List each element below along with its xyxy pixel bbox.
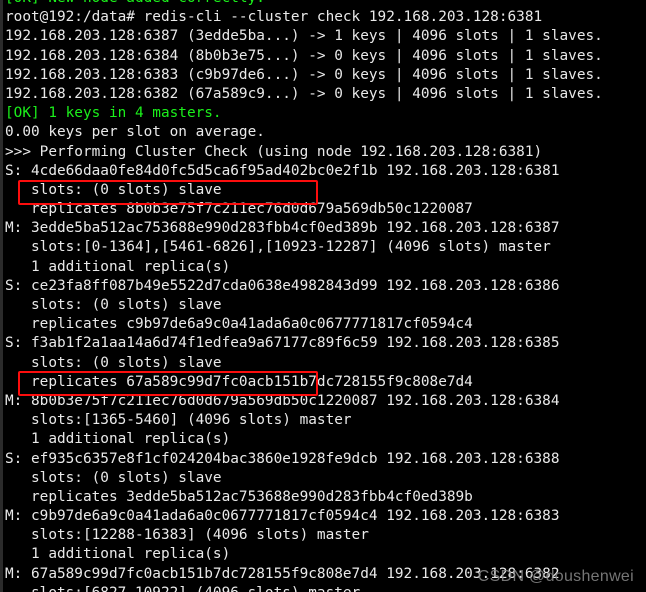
terminal-line: slots: (0 slots) slave (5, 297, 222, 313)
terminal-line: >>> Performing Cluster Check (using node… (5, 143, 543, 160)
terminal-line: slots: (0 slots) slave (5, 354, 222, 371)
terminal-line: M: 3edde5ba512ac753688e990d283fbb4cf0ed3… (5, 220, 560, 237)
csdn-watermark: CSDN @doushenwei (477, 568, 634, 585)
terminal-line: slots:[0-1364],[5461-6826],[10923-12287]… (5, 239, 551, 256)
terminal-line: 0.00 keys per slot on average. (5, 124, 265, 141)
terminal-line: replicates 8b0b3e75f7c211ec76d0d679a569d… (5, 201, 473, 218)
terminal-line: S: ce23fa8ff087b49e5522d7cda0638e4982843… (5, 277, 560, 294)
terminal-line: 1 additional replica(s) (5, 258, 231, 275)
terminal-line: slots: (0 slots) slave (5, 469, 222, 486)
terminal-line: slots:[12288-16383] (4096 slots) master (5, 527, 369, 544)
terminal-line: replicates c9b97de6a9c0a41ada6a0c0677771… (5, 316, 473, 333)
terminal-line: 192.168.203.128:6387 (3edde5ba...) -> 1 … (5, 28, 603, 45)
terminal-line: slots: (0 slots) slave (5, 181, 222, 198)
terminal-line: M: 8b0b3e75f7c211ec76d0d679a569db50c1220… (5, 392, 560, 409)
terminal-line: S: ef935c6357e8f1cf024204bac3860e1928fe9… (5, 450, 560, 467)
terminal-window[interactable]: [OK] New node added correctly.root@192:/… (0, 0, 646, 592)
terminal-line: replicates 3edde5ba512ac753688e990d283fb… (5, 488, 473, 505)
terminal-line: [OK] 1 keys in 4 masters. (5, 105, 222, 122)
terminal-line: 1 additional replica(s) (5, 546, 231, 563)
terminal-line: 192.168.203.128:6384 (8b0b3e75...) -> 0 … (5, 47, 603, 64)
terminal-line: M: c9b97de6a9c0a41ada6a0c0677771817cf059… (5, 508, 560, 525)
terminal-line: 192.168.203.128:6383 (c9b97de6...) -> 0 … (5, 66, 603, 83)
terminal-line: replicates 67a589c99d7fc0acb151b7dc72815… (5, 373, 473, 390)
terminal-line: root@192:/data# redis-cli --cluster chec… (5, 9, 543, 26)
terminal-line: [OK] New node added correctly. (0, 0, 646, 8)
terminal-line: 192.168.203.128:6382 (67a589c9...) -> 0 … (5, 85, 603, 102)
terminal-left-gutter (0, 0, 3, 592)
terminal-line: S: f3ab1f2a1aa14a6d74f1edfea9a67177c89f6… (5, 335, 560, 352)
terminal-line: slots:[1365-5460] (4096 slots) master (5, 412, 352, 429)
terminal-line: S: 4cde66daa0fe84d0fc5d5ca6f95ad402bc0e2… (5, 162, 560, 179)
terminal-line: 1 additional replica(s) (5, 431, 231, 448)
terminal-output: [OK] New node added correctly.root@192:/… (0, 0, 646, 592)
